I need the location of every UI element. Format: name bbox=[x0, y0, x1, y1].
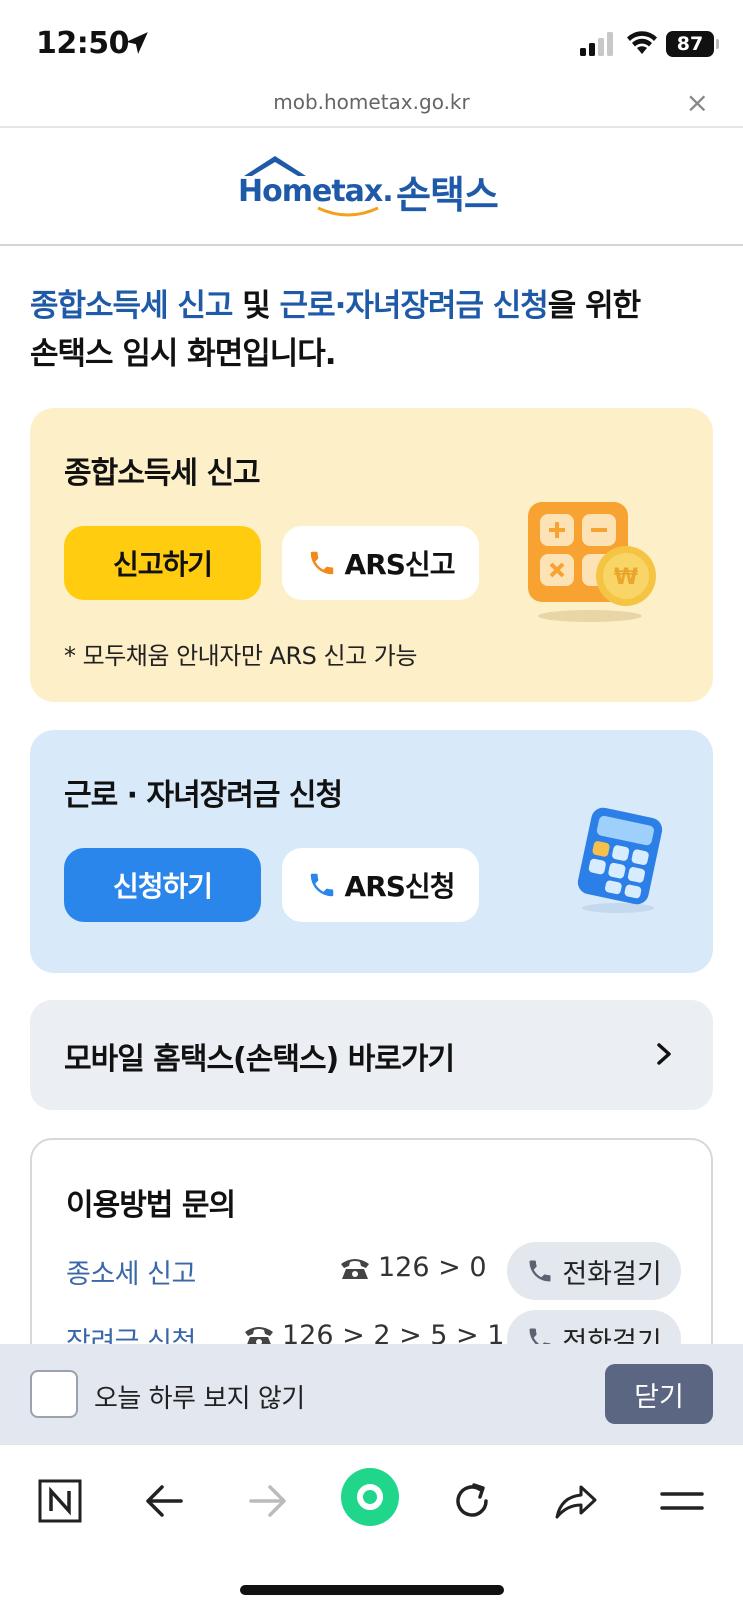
wifi-icon bbox=[627, 31, 657, 54]
call-label: 전화걸기 bbox=[562, 1258, 662, 1290]
close-popup-button[interactable]: 닫기 bbox=[605, 1364, 713, 1424]
cellular-signal-icon bbox=[580, 32, 613, 56]
forward-arrow-icon[interactable] bbox=[238, 1471, 298, 1531]
intro-highlight-incentive: 근로·자녀장려금 신청 bbox=[279, 288, 549, 324]
card-title: 종합소득세 신고 bbox=[64, 456, 261, 491]
battery-indicator: 87 bbox=[666, 31, 719, 57]
telephone-icon bbox=[341, 1258, 369, 1279]
reload-icon[interactable] bbox=[442, 1471, 502, 1531]
inquiry-number-text: 126 > 0 bbox=[378, 1252, 487, 1283]
card-title: 근로 · 자녀장려금 신청 bbox=[64, 778, 343, 813]
browser-url-bar[interactable]: mob.hometax.go.kr × bbox=[0, 86, 743, 126]
intro-suffix: 을 위한 bbox=[547, 288, 641, 324]
card-note: * 모두채움 안내자만 ARS 신고 가능 bbox=[64, 642, 417, 670]
dont-show-today-label[interactable]: 오늘 하루 보지 않기 bbox=[94, 1378, 305, 1415]
ars-apply-button[interactable]: ARS신청 bbox=[282, 848, 479, 922]
phone-icon bbox=[310, 551, 333, 575]
inquiry-title: 이용방법 문의 bbox=[66, 1188, 236, 1223]
inquiry-label: 종소세 신고 bbox=[66, 1259, 196, 1290]
status-time: 12:50 bbox=[36, 26, 130, 61]
inquiry-row: 종소세 신고 126 > 0 전화걸기 bbox=[32, 1242, 711, 1302]
intro-connector: 및 bbox=[232, 288, 280, 324]
close-icon[interactable]: × bbox=[686, 86, 709, 119]
calculator-coin-icon: ₩ bbox=[528, 502, 656, 622]
forward-arrow-glyph bbox=[249, 1485, 286, 1517]
income-tax-card: 종합소득세 신고 신고하기 ARS신고 * 모두채움 안내자만 ARS 신고 가… bbox=[30, 408, 713, 702]
browser-toolbar bbox=[0, 1444, 743, 1609]
logo-korean: 손택스 bbox=[396, 173, 499, 217]
intro-highlight-income-tax: 종합소득세 신고 bbox=[30, 288, 233, 324]
file-return-button[interactable]: 신고하기 bbox=[64, 526, 261, 600]
call-button[interactable]: 전화걸기 bbox=[507, 1242, 681, 1300]
green-home-glyph bbox=[341, 1468, 399, 1526]
reload-glyph bbox=[456, 1483, 488, 1517]
menu-glyph bbox=[660, 1492, 704, 1510]
shortcut-label: 모바일 홈택스(손택스) 바로가기 bbox=[64, 1042, 455, 1077]
logo-wordmark: Hometax. bbox=[238, 174, 394, 209]
chevron-right-icon bbox=[657, 1043, 671, 1065]
back-arrow-icon[interactable] bbox=[134, 1471, 194, 1531]
ars-filing-button[interactable]: ARS신고 bbox=[282, 526, 479, 600]
phone-icon bbox=[529, 1260, 551, 1282]
mobile-hometax-shortcut[interactable]: 모바일 홈택스(손택스) 바로가기 bbox=[30, 1000, 713, 1110]
back-arrow-glyph bbox=[146, 1485, 183, 1517]
popup-footer: 오늘 하루 보지 않기 닫기 bbox=[0, 1344, 743, 1444]
green-home-icon[interactable] bbox=[336, 1463, 404, 1531]
phone-icon bbox=[310, 873, 333, 897]
home-indicator bbox=[240, 1585, 504, 1595]
incentive-card: 근로 · 자녀장려금 신청 신청하기 ARS신청 bbox=[30, 730, 713, 973]
svg-text:₩: ₩ bbox=[614, 565, 638, 590]
apply-button[interactable]: 신청하기 bbox=[64, 848, 261, 922]
naver-n-icon[interactable] bbox=[30, 1471, 90, 1531]
share-icon[interactable] bbox=[546, 1471, 606, 1531]
url-text[interactable]: mob.hometax.go.kr bbox=[0, 90, 743, 114]
naver-n-glyph bbox=[38, 1479, 82, 1523]
logo-smile-icon bbox=[317, 206, 379, 217]
inquiry-number: 126 > 0 bbox=[338, 1252, 487, 1283]
site-header: Hometax. 손택스 bbox=[0, 128, 743, 246]
ars-apply-label: ARS신청 bbox=[344, 870, 456, 903]
calculator-icon bbox=[577, 807, 663, 913]
location-arrow-icon bbox=[126, 32, 148, 54]
intro-text: 종합소득세 신고 및 근로·자녀장려금 신청을 위한 손택스 임시 화면입니다. bbox=[30, 282, 720, 378]
dont-show-today-checkbox[interactable] bbox=[30, 1370, 78, 1418]
share-glyph bbox=[555, 1485, 597, 1519]
menu-icon[interactable] bbox=[652, 1471, 712, 1531]
intro-line2: 손택스 임시 화면입니다. bbox=[30, 336, 337, 372]
hometax-logo[interactable]: Hometax. 손택스 bbox=[238, 156, 508, 222]
status-bar: 12:50 87 bbox=[0, 0, 743, 88]
ars-filing-label: ARS신고 bbox=[344, 548, 456, 581]
